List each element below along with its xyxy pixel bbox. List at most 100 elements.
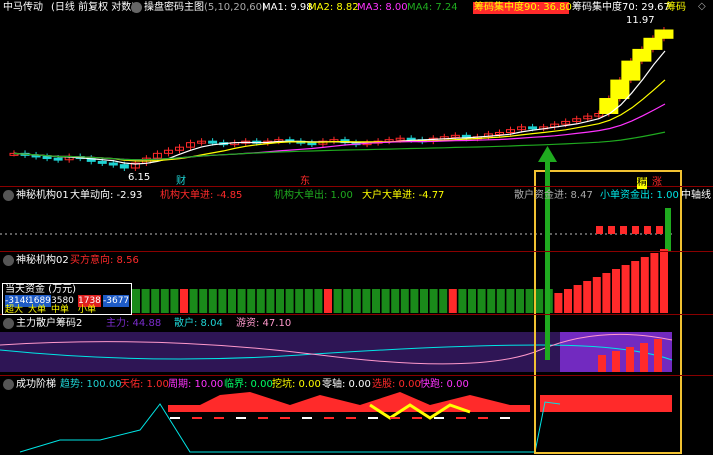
candle-body	[307, 142, 317, 146]
candle-body	[528, 126, 538, 130]
volume-bar	[381, 289, 390, 313]
indicator-toggle-icon[interactable]	[131, 2, 142, 13]
panel3-toggle-icon[interactable]	[3, 318, 14, 329]
period-label[interactable]: (日线 前复权 对数)	[51, 2, 135, 14]
capital-label: 超大	[5, 305, 24, 315]
panel1-retail-in: 散户资金进: 8.47	[514, 190, 593, 201]
candle-body	[108, 162, 118, 166]
panel2-toggle-icon[interactable]	[3, 255, 14, 266]
volume-bar	[285, 289, 294, 313]
panel4-ladder	[19, 392, 672, 453]
indicator-name[interactable]: 操盘密码主图	[144, 2, 204, 14]
ma3-line	[13, 103, 666, 161]
volume-bar	[352, 289, 361, 313]
volume-bar	[276, 289, 284, 313]
volume-bar	[410, 289, 419, 313]
volume-bar	[602, 273, 611, 313]
candle-body	[643, 37, 663, 50]
volume-bar	[228, 289, 236, 313]
panel3-bar	[640, 343, 648, 372]
panel4-trend: 趋势: 100.00	[60, 379, 122, 390]
panel1-title[interactable]: 神秘机构01	[16, 190, 69, 202]
panel3-bar	[612, 351, 620, 372]
panel-divider	[0, 375, 713, 376]
volume-bar	[132, 289, 140, 313]
volume-bar	[247, 289, 256, 313]
panel3-title[interactable]: 主力散户筹码2	[16, 318, 82, 330]
panel3-retail: 散户: 8.04	[174, 318, 223, 329]
chip70-label: 筹码集中度70: 29.67	[572, 2, 670, 13]
panel1-bar	[596, 226, 603, 234]
candle-body	[208, 140, 218, 144]
volume-bar	[266, 289, 275, 313]
volume-bar	[314, 289, 323, 313]
volume-bar	[237, 289, 246, 313]
volume-bar	[631, 261, 640, 313]
volume-bar	[256, 289, 265, 313]
panel3-main-force: 主力: 44.88	[106, 318, 162, 329]
volume-bar	[372, 289, 380, 313]
low-price-label: 6.15	[128, 172, 151, 183]
panel1-bar	[665, 208, 671, 252]
panel4-red-band	[168, 392, 530, 412]
chip-label: 筹码	[666, 2, 686, 13]
candle-body	[599, 98, 619, 115]
candlestick-series	[9, 27, 674, 171]
panel2-title[interactable]: 神秘机构02	[16, 255, 69, 267]
volume-bar	[468, 289, 476, 313]
volume-bar	[564, 289, 572, 313]
volume-bar	[448, 289, 457, 313]
panel3-lines	[0, 332, 673, 372]
candle-body	[97, 160, 107, 164]
volume-bar	[554, 293, 563, 313]
panel1-big-buy: 大户大单进: -4.77	[362, 190, 445, 201]
panel4-toggle-icon[interactable]	[3, 379, 14, 390]
finance-marker[interactable]: 财	[176, 176, 186, 188]
volume-bar	[343, 289, 352, 313]
volume-bar	[362, 289, 371, 313]
panel-divider	[0, 186, 713, 187]
capital-box: 当天资金 (万元) -3148 1689 3580 1738 -3677 超大 …	[2, 283, 132, 315]
indicator-params: (5,10,20,60)	[204, 2, 266, 13]
panel1-small-out: 小单资金出: 1.00	[600, 190, 679, 201]
chip90-label: 筹码集中度90: 36.80	[474, 2, 572, 13]
stock-name[interactable]: 中马传动	[3, 2, 43, 14]
ma1-line	[13, 50, 666, 165]
volume-bar	[640, 257, 649, 313]
ma4-label: MA4: 7.24	[407, 2, 458, 13]
panel4-title[interactable]: 成功阶梯	[16, 379, 56, 391]
volume-bar	[333, 289, 342, 313]
chevron-right-icon[interactable]: ◇	[698, 1, 706, 13]
volume-bar	[295, 289, 304, 313]
panel2-volume-bars	[132, 249, 668, 313]
volume-bar	[650, 253, 659, 313]
volume-bar	[141, 289, 150, 313]
sell-marker[interactable]: 东	[300, 176, 310, 188]
volume-bar	[612, 269, 620, 313]
panel1-axis-label: 中轴线	[681, 190, 711, 201]
ma3-label: MA3: 8.00	[357, 2, 408, 13]
volume-bar	[583, 281, 592, 313]
volume-bar	[525, 289, 534, 313]
capital-value: -3677	[103, 295, 130, 307]
panel4-quick: 快跑: 0.00	[420, 379, 469, 390]
candle-body	[42, 156, 52, 160]
volume-bar	[420, 289, 428, 313]
panel4-heaven: 天佑: 1.00	[120, 379, 169, 390]
candle-body	[621, 60, 641, 81]
panel4-border: 临界: 0.00	[224, 379, 273, 390]
panel2-direction: 买方意向: 8.56	[70, 255, 139, 266]
panel1-bar	[632, 226, 639, 234]
panel1-bar	[608, 226, 615, 234]
volume-bar	[160, 289, 169, 313]
panel1-toggle-icon[interactable]	[3, 190, 14, 201]
candle-body	[654, 29, 674, 39]
candle-body	[632, 48, 652, 62]
volume-bar	[189, 289, 198, 313]
candle-body	[119, 164, 129, 169]
volume-bar	[516, 289, 524, 313]
capital-label: 小单	[78, 305, 97, 315]
panel3-bar	[598, 355, 606, 372]
volume-bar	[439, 289, 448, 313]
buy-arrow-head-icon	[538, 146, 557, 162]
